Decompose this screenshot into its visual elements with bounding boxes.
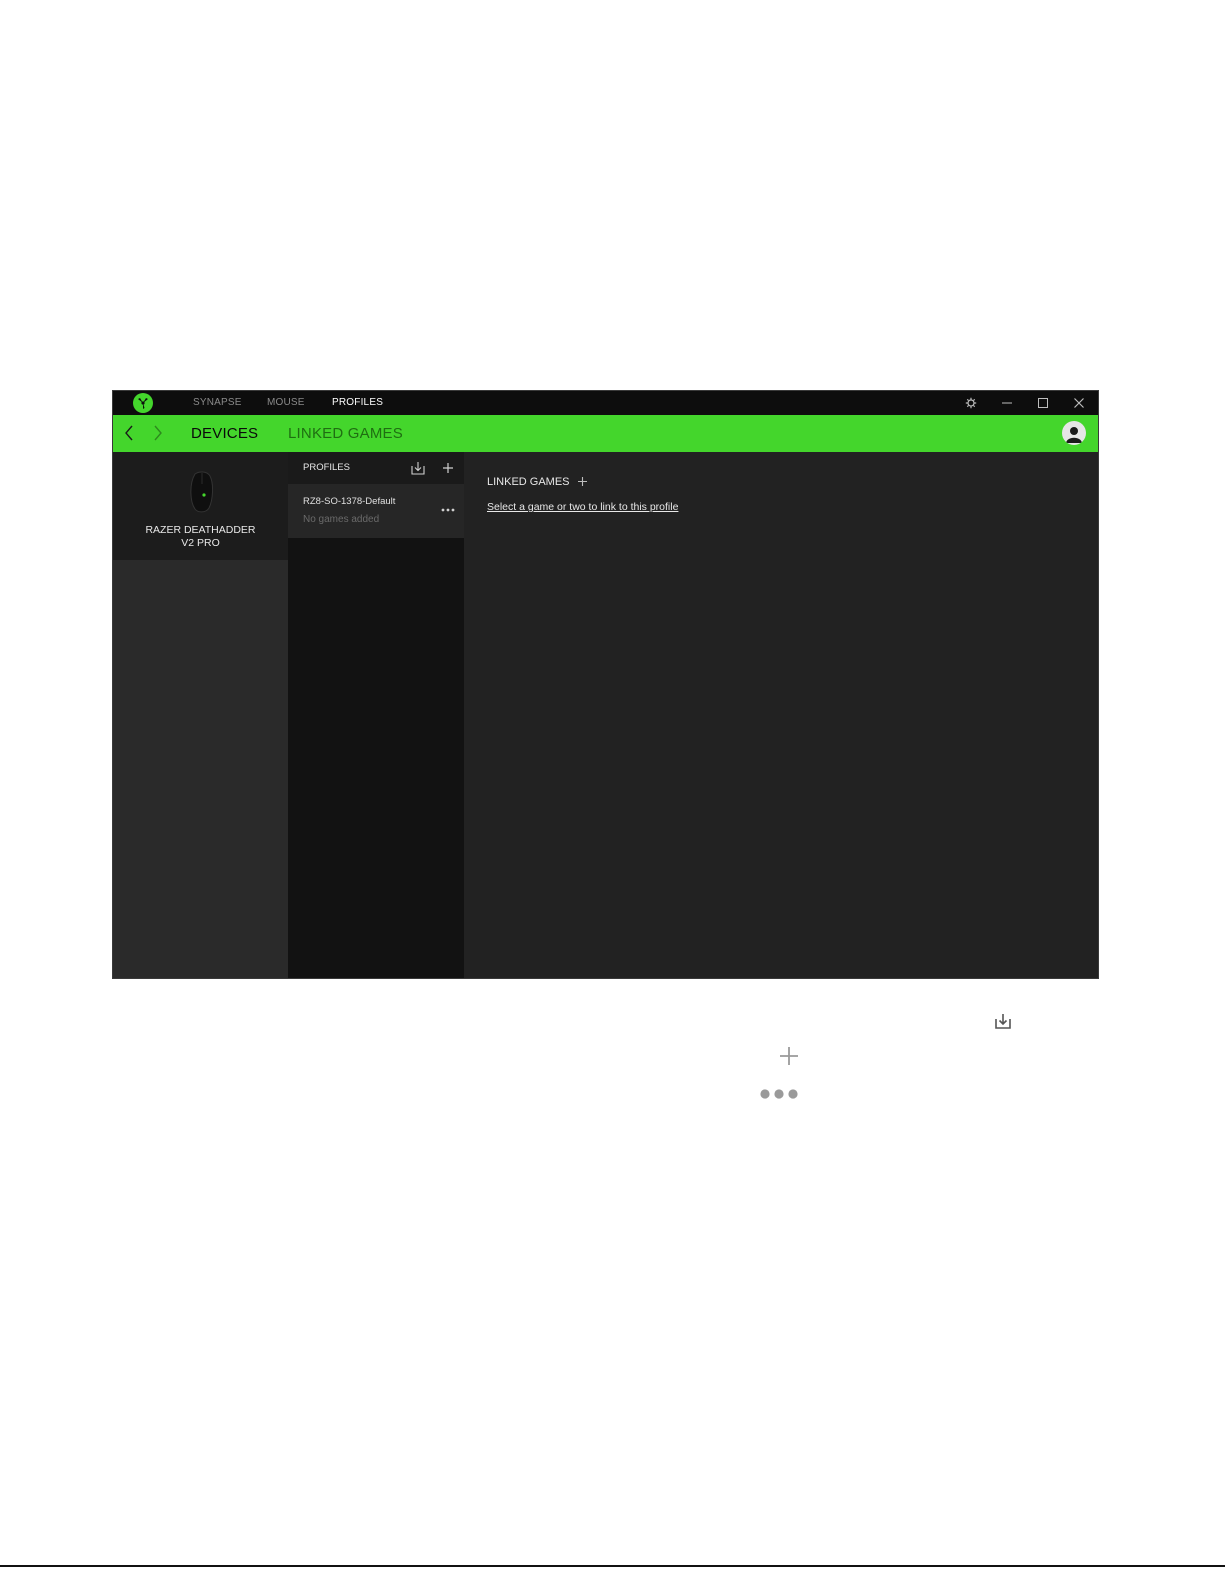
- import-icon: [993, 1011, 1013, 1031]
- profile-name: RZ8-SO-1378-Default: [303, 496, 396, 507]
- subtab-devices[interactable]: DEVICES: [191, 415, 258, 452]
- maximize-button[interactable]: [1029, 391, 1057, 415]
- tab-synapse[interactable]: SYNAPSE: [193, 391, 242, 415]
- minimize-button[interactable]: [993, 391, 1021, 415]
- user-avatar[interactable]: [1062, 421, 1086, 445]
- more-icon: [758, 1085, 800, 1103]
- profiles-panel: PROFILES RZ8-SO-1378-Default No games ad…: [288, 452, 464, 978]
- razer-logo-icon[interactable]: [133, 393, 153, 413]
- add-icon: [577, 476, 587, 486]
- settings-button[interactable]: [957, 391, 985, 415]
- link-games-link[interactable]: Select a game or two to link to this pro…: [487, 501, 678, 513]
- more-icon: [441, 508, 455, 512]
- forward-button[interactable]: [149, 423, 167, 443]
- synapse-window: SYNAPSE MOUSE PROFILES DEVICES LINKED GA…: [112, 390, 1099, 979]
- close-icon: [1074, 398, 1084, 408]
- mouse-device-image: [190, 471, 213, 513]
- tab-profiles[interactable]: PROFILES: [332, 391, 383, 415]
- maximize-icon: [1038, 398, 1048, 408]
- minimize-icon: [1002, 402, 1012, 404]
- profile-subtitle: No games added: [303, 514, 380, 525]
- device-name-line2: V2 PRO: [181, 537, 220, 549]
- sub-navigation-bar: DEVICES LINKED GAMES: [113, 415, 1098, 452]
- profiles-header: PROFILES: [288, 452, 464, 484]
- device-sidebar: RAZER DEATHADDER V2 PRO: [113, 452, 288, 978]
- chevron-left-icon: [125, 425, 133, 441]
- user-icon: [1066, 427, 1082, 443]
- back-button[interactable]: [120, 423, 138, 443]
- device-name-line1: RAZER DEATHADDER: [145, 524, 256, 536]
- gear-icon: [965, 397, 977, 409]
- title-bar: SYNAPSE MOUSE PROFILES: [113, 391, 1098, 415]
- add-icon: [443, 463, 453, 473]
- linked-games-title: LINKED GAMES: [487, 476, 570, 488]
- import-profile-button[interactable]: [409, 459, 427, 477]
- import-icon: [411, 462, 425, 475]
- device-name: RAZER DEATHADDER V2 PRO: [113, 524, 288, 550]
- linked-games-panel: LINKED GAMES Select a game or two to lin…: [464, 452, 1098, 978]
- profile-item[interactable]: RZ8-SO-1378-Default No games added: [288, 484, 464, 538]
- add-profile-button[interactable]: [439, 459, 457, 477]
- subtab-linked-games[interactable]: LINKED GAMES: [288, 415, 403, 452]
- chevron-right-icon: [154, 425, 162, 441]
- add-linked-game-button[interactable]: [575, 474, 589, 488]
- close-button[interactable]: [1065, 391, 1093, 415]
- device-card-deathadder[interactable]: RAZER DEATHADDER V2 PRO: [113, 452, 288, 560]
- tab-mouse[interactable]: MOUSE: [267, 391, 305, 415]
- page-bottom-rule: [0, 1565, 1225, 1567]
- add-icon: [778, 1045, 800, 1067]
- profile-options-button[interactable]: [438, 500, 458, 520]
- profiles-title: PROFILES: [303, 462, 350, 473]
